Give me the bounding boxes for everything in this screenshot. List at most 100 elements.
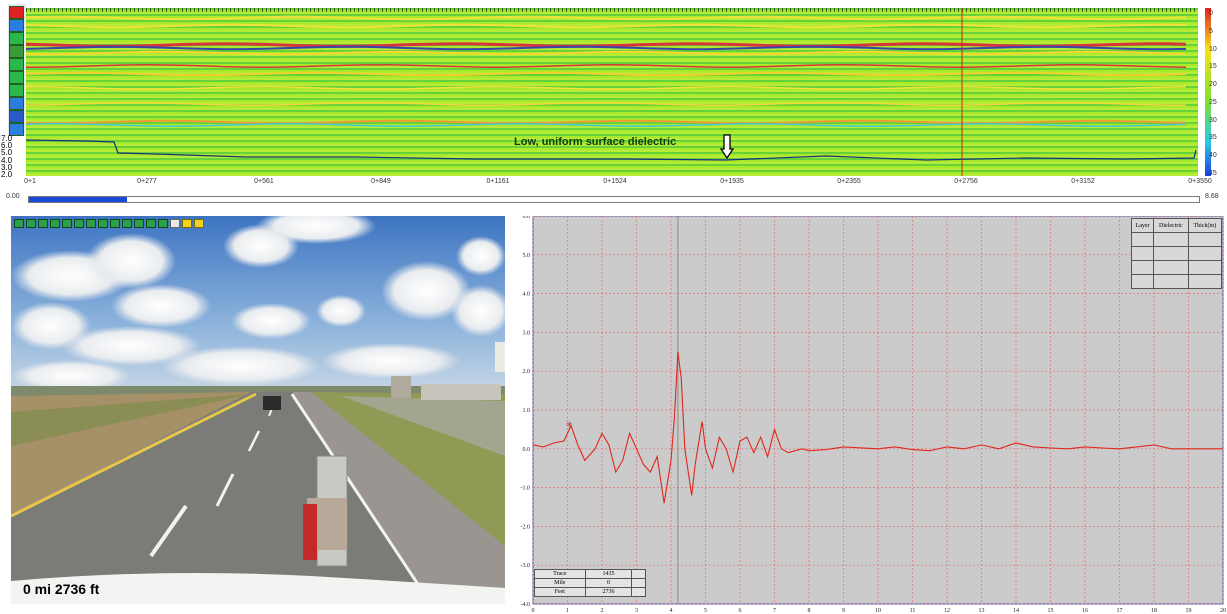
camera-toolbar-button[interactable] [182,219,192,228]
trace-info-cell [631,578,646,588]
trace-info-label: Mile [534,578,586,588]
depth-tick-label: 5 [1209,27,1213,35]
x-tick-label: 9 [842,608,845,614]
layer-table-cell [1130,246,1155,261]
grid-icon[interactable] [9,58,24,71]
trace-info-value: 2736 [584,587,633,597]
distance-tick-label: 0+1935 [720,178,744,185]
profile-icon[interactable] [9,6,24,19]
camera-toolbar-button[interactable] [50,219,60,228]
x-tick-label: 19 [1186,608,1192,614]
layer-table-header: Thick(in) [1187,218,1223,233]
camera-toolbar-button[interactable] [122,219,132,228]
trace-info-row: Trace 1435 [534,569,646,579]
x-tick-label: 5 [704,608,707,614]
distance-tick-label: 0+1 [24,178,36,185]
layer-table: Layer Dielectric Thick(in) [1130,218,1223,289]
trace-info-table: Trace 1435 Mile 0 Feet 2736 [534,569,646,597]
trace-info-cell [631,587,646,597]
camera-toolbar-button[interactable] [38,219,48,228]
depth-tick-label: 15 [1209,63,1217,71]
x-tick-label: 11 [910,608,916,614]
layer-table-header: Dielectric [1153,218,1189,233]
waveform-svg: 6.05.04.03.02.01.00.0-1.0-2.0-3.0-4.00 1 2… [521,216,1226,614]
x-tick-label: 2 [601,608,604,614]
camera-toolbar-button[interactable] [98,219,108,228]
depth-axis: 0 5 10 15 20 25 30 35 40 45 [1206,8,1226,177]
camera-toolbar-button[interactable] [134,219,144,228]
y-tick-label: 2.0 [523,369,531,375]
distance-tick-label: 0+1161 [486,178,510,185]
waveform-chart[interactable]: 6.0 5.0 4.0 3.0 2.0 1.0 0.0 -1.0 -2.0 -3.0 -4.0 0 1 2… [511,216,1227,614]
down-arrow-icon [720,134,734,160]
depth-tick-label: 40 [1209,152,1217,160]
y-tick-label: 3.0 [523,330,531,336]
layer-table-cell [1187,260,1223,275]
radargram-panel[interactable]: Low, uniform surface dielectric [26,8,1198,176]
distance-tick-label: 0+277 [137,178,157,185]
camera-toolbar-button[interactable] [62,219,72,228]
camera-toolbar-button[interactable] [110,219,120,228]
layer-table-cell [1187,232,1223,247]
h-icon[interactable] [9,71,24,84]
x-tick-label: 14 [1013,608,1019,614]
radargram-image [26,8,1198,176]
zoom-icon[interactable] [9,45,24,58]
layer-table-cell [1130,274,1155,289]
camera-toolbar-button[interactable] [14,219,24,228]
trace-info-value: 0 [584,578,633,588]
layer-table-cell [1153,274,1189,289]
play-icon[interactable] [9,97,24,110]
surface-pick-marker[interactable]: * [566,419,572,433]
layer-table-row [1130,246,1223,261]
flag-icon[interactable] [9,19,24,32]
camera-toolbar-button[interactable] [170,219,180,228]
x-tick-label: 3 [635,608,638,614]
camera-toolbar-button[interactable] [194,219,204,228]
layer-table-row [1130,232,1223,247]
x-tick-label: 7 [773,608,776,614]
layer-table-row [1130,260,1223,275]
progress-min-label: 0.00 [6,193,20,200]
depth-tick-label: 25 [1209,98,1217,106]
camera-toolbar-button[interactable] [86,219,96,228]
z-icon[interactable] [9,84,24,97]
camera-toolbar [14,219,204,229]
layer-table-cell [1153,246,1189,261]
trace-info-label: Feet [534,587,586,597]
y-tick-label: 1.0 [523,408,531,414]
layer-table-cell [1130,232,1155,247]
position-scrollbar-fill [29,197,128,202]
camera-toolbar-button[interactable] [26,219,36,228]
radargram-toolbar [8,4,26,136]
y-tick-label: -4.0 [521,602,531,608]
layer-table-cell [1187,246,1223,261]
trace-info-label: Trace [534,569,586,579]
depth-tick-label: 30 [1209,116,1217,124]
layer-table-header: Layer [1130,218,1155,233]
x-tick-label: 8 [808,608,811,614]
arrow-icon[interactable] [9,32,24,45]
x-tick-label: 16 [1082,608,1088,614]
y-tick-label: 0.0 [523,447,531,453]
trace-info-cell [631,569,646,579]
distance-tick-label: 0+561 [254,178,274,185]
camera-toolbar-button[interactable] [74,219,84,228]
x-tick-label: 6 [739,608,742,614]
distance-tick-label: 0+2355 [837,178,861,185]
camera-toolbar-button[interactable] [146,219,156,228]
x-tick-label: 13 [979,608,985,614]
position-scrollbar[interactable] [28,196,1200,203]
distance-tick-label: 0+1524 [603,178,627,185]
x-tick-label: 17 [1117,608,1123,614]
y-tick-label: -2.0 [521,524,531,530]
y-tick-label: 6.0 [523,216,531,220]
camera-toolbar-button[interactable] [158,219,168,228]
marker-icon[interactable] [9,110,24,123]
x-tick-label: 1 [566,608,569,614]
camera-location-caption: 0 mi 2736 ft [23,581,100,597]
x-tick-label: 12 [944,608,950,614]
x-tick-label: 0 [532,608,535,614]
progress-max-label: 8.68 [1205,193,1219,200]
y-tick-label: -3.0 [521,563,531,569]
